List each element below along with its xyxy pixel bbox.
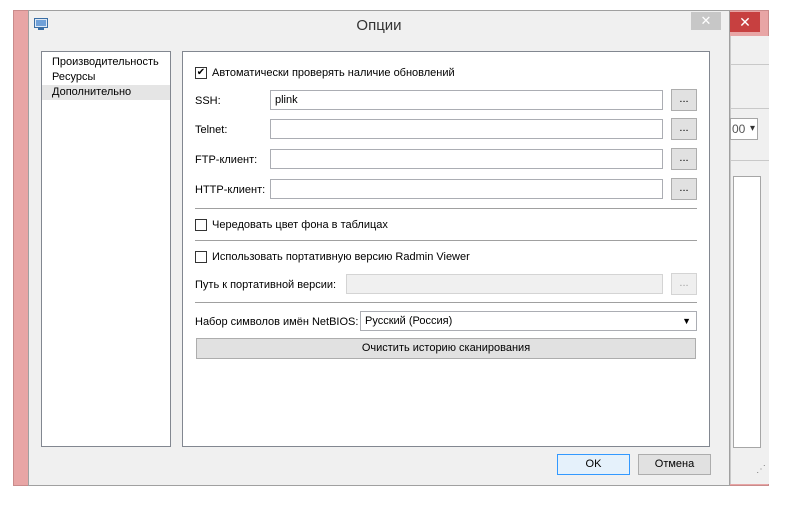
nav-item-performance[interactable]: Производительность bbox=[42, 55, 170, 70]
window-title: Опции bbox=[356, 17, 402, 34]
ftp-browse-button[interactable]: ... bbox=[671, 148, 697, 170]
http-browse-button[interactable]: ... bbox=[671, 178, 697, 200]
alternate-rows-row[interactable]: Чередовать цвет фона в таблицах bbox=[195, 219, 388, 231]
ssh-browse-button[interactable]: ... bbox=[671, 89, 697, 111]
background-close-icon[interactable]: ✕ bbox=[730, 12, 760, 32]
auto-update-label: Автоматически проверять наличие обновлен… bbox=[212, 67, 455, 79]
netbios-label: Набор символов имён NetBIOS: bbox=[195, 316, 359, 328]
chevron-down-icon: ▾ bbox=[749, 123, 755, 134]
divider bbox=[195, 208, 697, 209]
ftp-label: FTP-клиент: bbox=[195, 154, 258, 166]
telnet-browse-button[interactable]: ... bbox=[671, 118, 697, 140]
portable-row[interactable]: Использовать портативную версию Radmin V… bbox=[195, 251, 470, 263]
portable-checkbox[interactable] bbox=[195, 251, 207, 263]
ssh-field[interactable]: plink bbox=[270, 90, 663, 110]
category-list[interactable]: Производительность Ресурсы Дополнительно bbox=[41, 51, 171, 447]
telnet-field[interactable] bbox=[270, 119, 663, 139]
http-field[interactable] bbox=[270, 179, 663, 199]
portable-path-browse-button[interactable]: ... bbox=[671, 273, 697, 295]
auto-update-checkbox[interactable]: ✔ bbox=[195, 67, 207, 79]
telnet-label: Telnet: bbox=[195, 124, 228, 136]
portable-path-field[interactable] bbox=[346, 274, 663, 294]
netbios-select[interactable]: Русский (Россия) ▼ bbox=[360, 311, 697, 331]
portable-path-label: Путь к портативной версии: bbox=[195, 279, 337, 291]
close-button[interactable]: ✕ bbox=[691, 12, 721, 30]
divider bbox=[195, 302, 697, 303]
alternate-rows-checkbox[interactable] bbox=[195, 219, 207, 231]
background-combo[interactable]: 00 ▾ bbox=[730, 118, 758, 140]
ftp-field[interactable] bbox=[270, 149, 663, 169]
http-label: HTTP-клиент: bbox=[195, 184, 266, 196]
background-combo-value: 00 bbox=[732, 122, 746, 136]
ok-button[interactable]: OK bbox=[557, 454, 630, 475]
ssh-label: SSH: bbox=[195, 95, 221, 107]
dropdown-arrow-icon: ▼ bbox=[682, 316, 691, 326]
divider bbox=[195, 240, 697, 241]
alternate-rows-label: Чередовать цвет фона в таблицах bbox=[212, 219, 388, 231]
netbios-select-value: Русский (Россия) bbox=[365, 315, 453, 327]
auto-update-row[interactable]: ✔ Автоматически проверять наличие обновл… bbox=[195, 67, 455, 79]
background-list bbox=[733, 176, 761, 448]
close-icon: ✕ bbox=[700, 13, 712, 28]
title-bar[interactable]: Опции ✕ bbox=[29, 11, 729, 41]
resize-grip-icon[interactable]: ⋰ bbox=[756, 464, 766, 475]
clear-history-button[interactable]: Очистить историю сканирования bbox=[196, 338, 696, 359]
nav-item-advanced[interactable]: Дополнительно bbox=[42, 85, 170, 100]
cancel-button[interactable]: Отмена bbox=[638, 454, 711, 475]
nav-item-resources[interactable]: Ресурсы bbox=[42, 70, 170, 85]
portable-label: Использовать портативную версию Radmin V… bbox=[212, 251, 470, 263]
settings-panel: ✔ Автоматически проверять наличие обновл… bbox=[182, 51, 710, 447]
options-dialog: Опции ✕ Производительность Ресурсы Допол… bbox=[28, 10, 730, 486]
